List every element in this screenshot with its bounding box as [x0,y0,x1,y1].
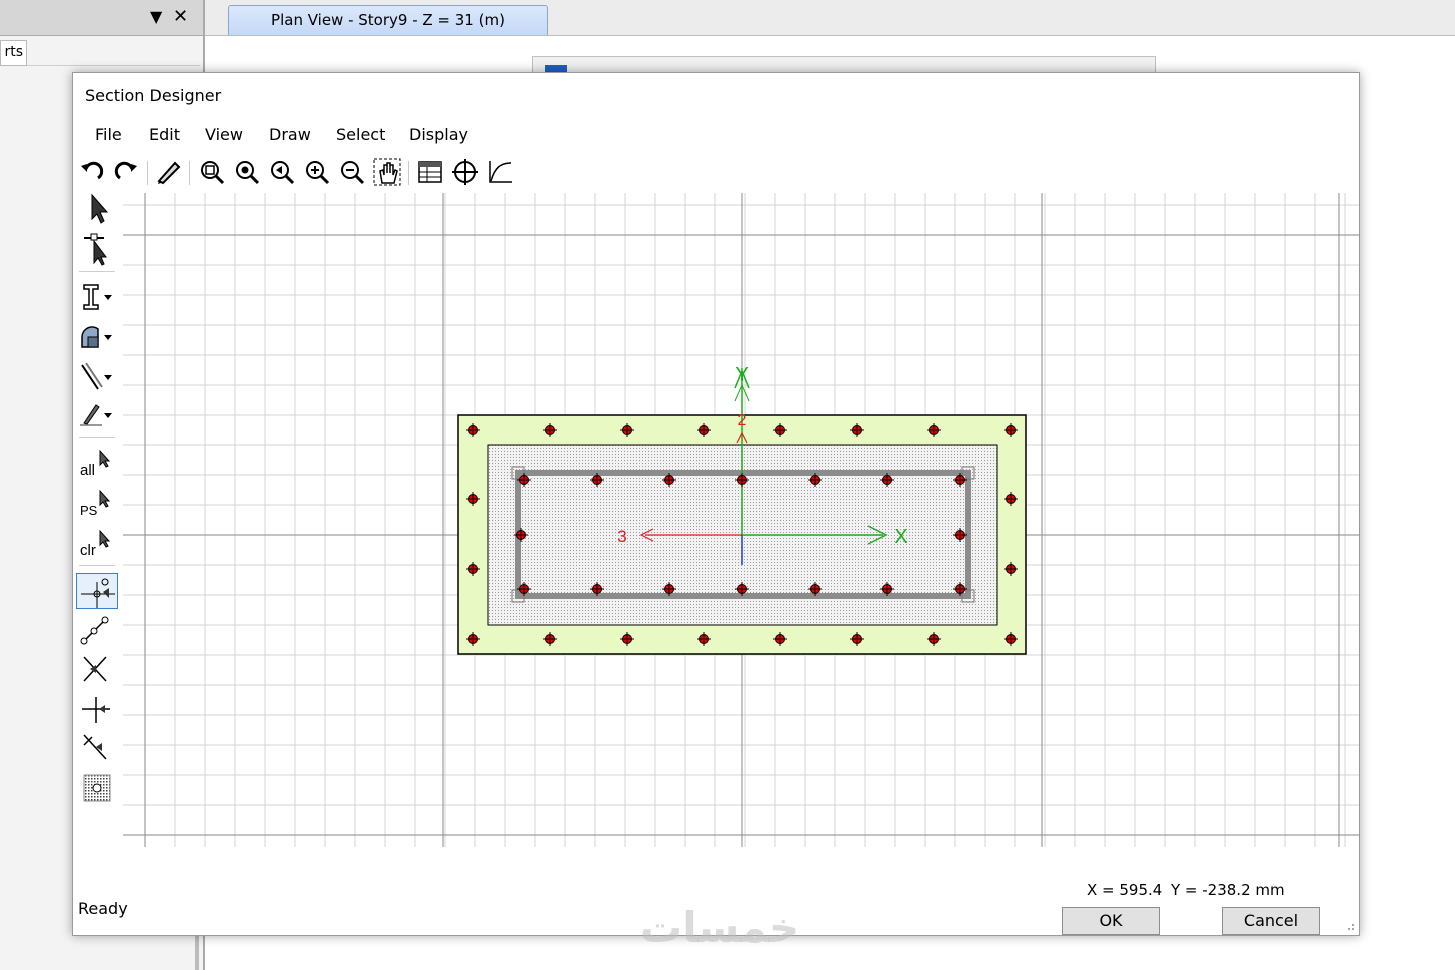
select-previous-icon[interactable]: PS [76,485,118,521]
table-icon[interactable] [415,157,445,187]
menu-file[interactable]: File [95,125,122,144]
pointer-icon[interactable] [76,191,118,227]
draw-polyline-icon[interactable] [76,397,118,433]
reshape-icon[interactable] [76,231,118,267]
ok-button[interactable]: OK [1062,907,1160,935]
zoom-window-icon[interactable] [197,157,227,187]
menu-view[interactable]: View [205,125,243,144]
snap-line-icon[interactable] [76,613,118,649]
draw-i-section-icon[interactable] [76,279,118,315]
graph-icon[interactable] [485,157,515,187]
coordinate-x: X = 595.4 [1087,881,1163,899]
draw-line-icon[interactable] [76,359,118,395]
sidebar-separator [79,437,115,438]
dialog-title: Section Designer [85,86,222,105]
zoom-previous-icon[interactable] [267,157,297,187]
clear-selection-icon[interactable]: clr [76,525,118,561]
dropdown-arrow-icon[interactable]: ▼ [150,7,162,26]
undo-icon[interactable] [77,157,107,187]
snap-point-icon[interactable] [76,573,118,609]
menu-display[interactable]: Display [409,125,468,144]
snap-grid-icon[interactable] [76,769,118,805]
section-designer-dialog: Section Designer File Edit View Draw Sel… [72,72,1360,936]
section-drawing[interactable]: Y X 2 3 [123,193,1359,877]
toolbar [77,157,537,189]
axis-2-label: 2 [738,412,747,429]
y-axis-label: Y [735,364,748,386]
resize-grip-icon[interactable] [1345,921,1355,931]
tool-sidebar: all PS clr [73,191,121,811]
select-previous-label: PS [80,503,98,518]
x-axis-label: X [894,526,907,548]
sidebar-separator [79,565,115,566]
menu-select[interactable]: Select [336,125,385,144]
menu-draw[interactable]: Draw [269,125,311,144]
toolbar-separator [147,161,148,185]
snap-perpendicular-icon[interactable] [76,691,118,727]
menubar: File Edit View Draw Select Display [73,123,1359,149]
toolbar-separator [408,161,409,185]
pan-icon[interactable] [372,157,402,187]
coordinate-y: Y = -238.2 mm [1171,881,1285,899]
zoom-restore-icon[interactable] [232,157,262,187]
zoom-in-icon[interactable] [302,157,332,187]
pencil-icon[interactable] [153,157,183,187]
redo-icon[interactable] [111,157,141,187]
toolbar-separator [189,161,190,185]
left-panel-row: rts [0,40,200,66]
cancel-button[interactable]: Cancel [1222,907,1320,935]
snap-end-icon[interactable] [76,729,118,765]
section-canvas[interactable]: Y X 2 3 [123,193,1359,877]
close-icon[interactable]: ✕ [173,6,188,27]
snap-intersection-icon[interactable] [76,651,118,687]
zoom-out-icon[interactable] [337,157,367,187]
left-panel-header: ▼ ✕ [0,0,203,36]
left-panel-tab[interactable]: rts [0,40,27,66]
watermark: خمسات [640,903,800,952]
select-all-icon[interactable]: all [76,445,118,481]
clear-selection-label: clr [80,542,96,559]
menu-edit[interactable]: Edit [149,125,180,144]
axis-3-label: 3 [617,527,626,546]
snap-icon[interactable] [450,157,480,187]
splitter[interactable] [195,936,199,970]
select-all-label: all [80,462,95,479]
tab-plan-view[interactable]: Plan View - Story9 - Z = 31 (m) [228,5,548,35]
draw-shape-icon[interactable] [76,319,118,355]
status-text: Ready [78,899,128,918]
sidebar-separator [79,271,115,272]
